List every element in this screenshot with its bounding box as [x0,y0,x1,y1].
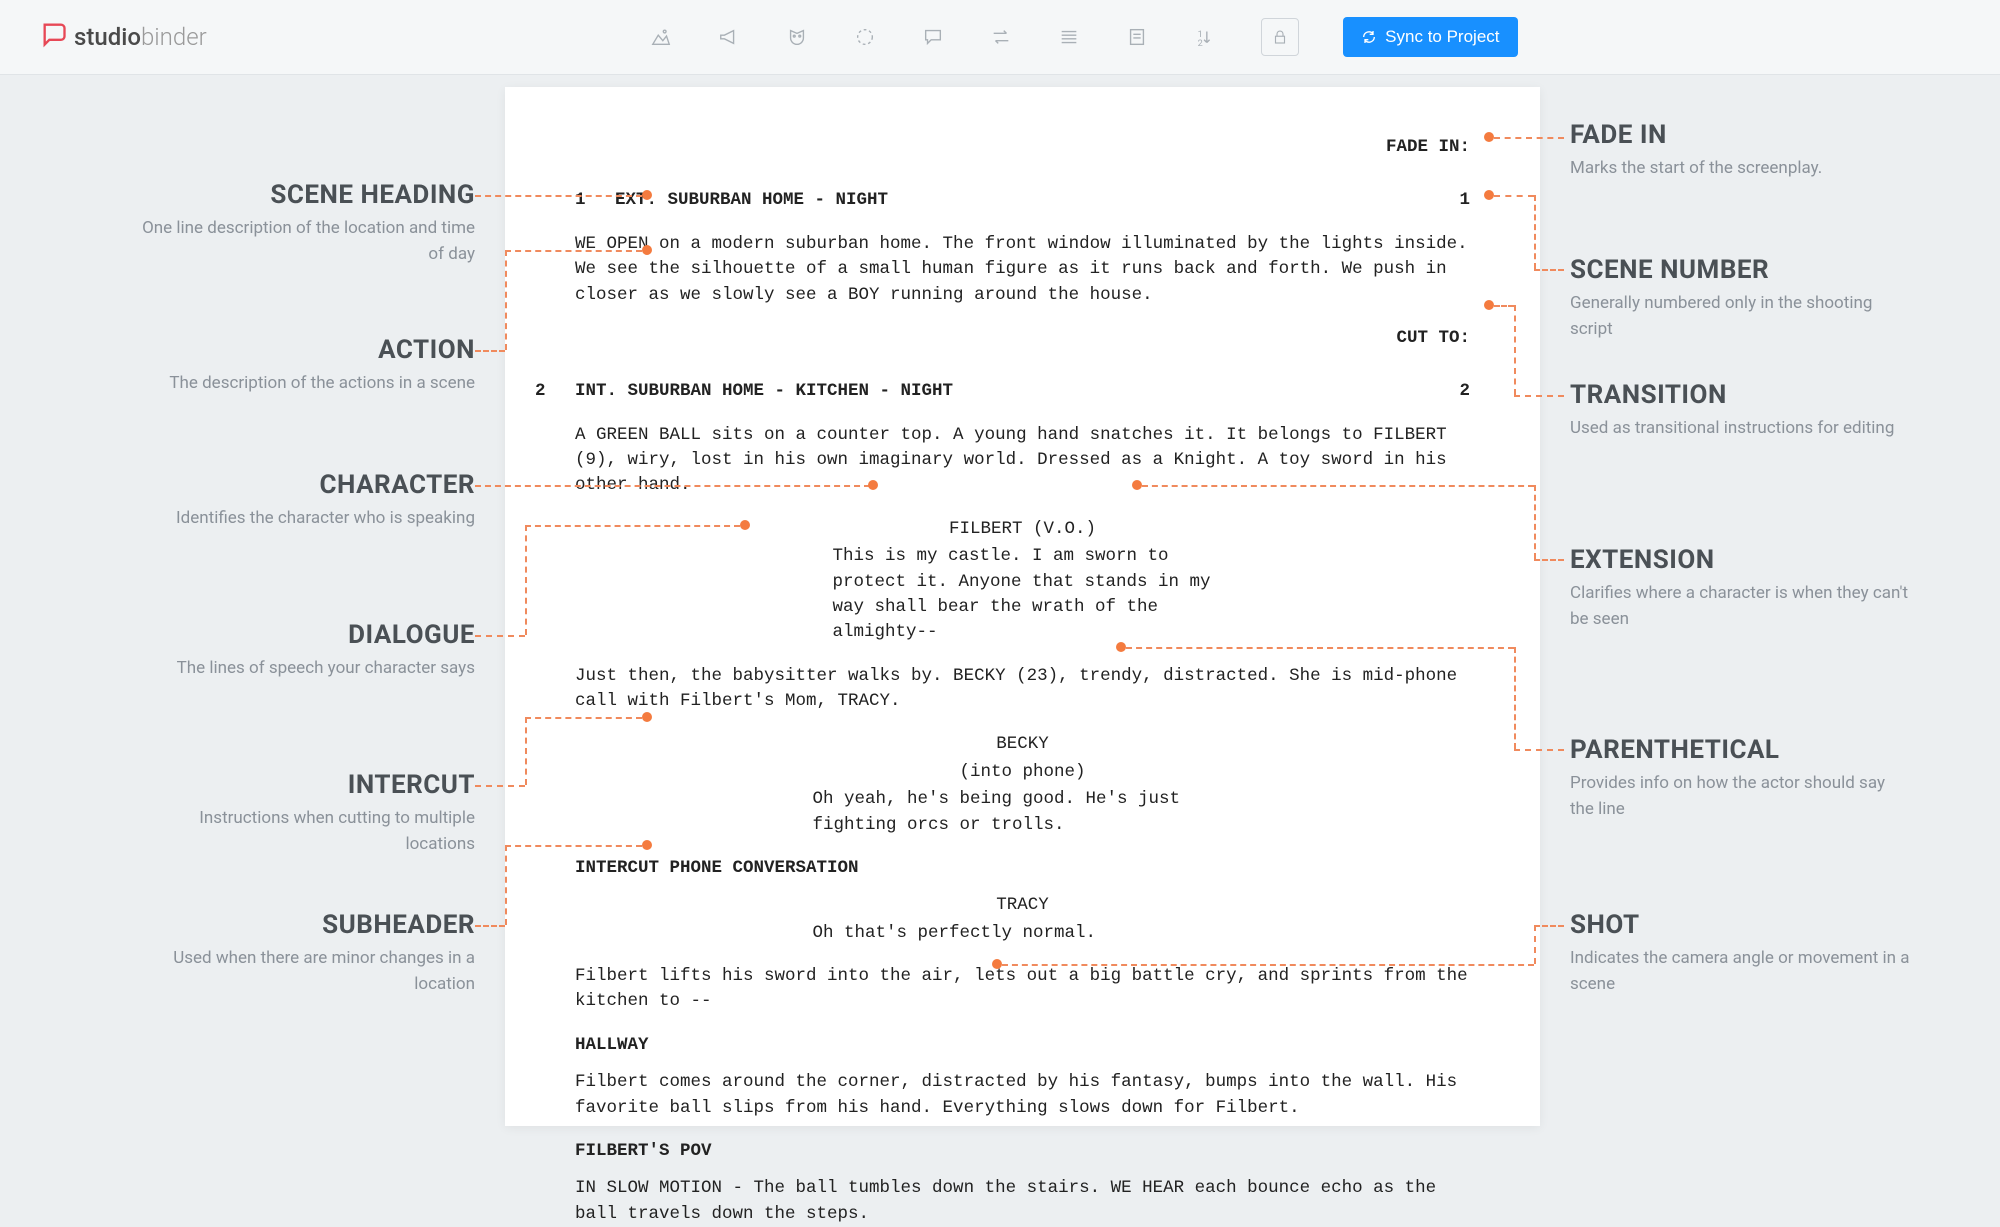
scene-heading: INT. SUBURBAN HOME - KITCHEN - NIGHT [575,379,1430,404]
callout-desc: Identifies the character who is speaking [135,506,475,532]
callout-parenthetical: PARENTHETICAL Provides info on how the a… [1540,735,1910,822]
logo-text-binder: binder [141,23,207,51]
action-block: Filbert lifts his sword into the air, le… [575,964,1470,1015]
callout-desc: The description of the actions in a scen… [135,371,475,397]
callout-subheader: SUBHEADER Used when there are minor chan… [135,910,505,997]
callout-transition: TRANSITION Used as transitional instruct… [1540,380,1910,442]
character-cue: TRACY [575,893,1470,918]
callout-title: SUBHEADER [135,910,475,940]
callout-title: ACTION [135,335,475,365]
callout-intercut: INTERCUT Instructions when cutting to mu… [135,770,505,857]
action-block: Filbert comes around the corner, distrac… [575,1070,1470,1121]
mask-icon[interactable] [785,25,809,49]
sync-button[interactable]: Sync to Project [1343,17,1517,57]
speech-icon[interactable] [921,25,945,49]
dialogue: This is my castle. I am sworn to protect… [833,544,1213,646]
callout-desc: Marks the start of the screenplay. [1570,156,1910,182]
transition: CUT TO: [575,326,1470,351]
action-block: A GREEN BALL sits on a counter top. A yo… [575,423,1470,499]
callout-scene-heading: SCENE HEADING One line description of th… [135,180,505,267]
scene-number-left: 2 [535,379,575,404]
script-page: FADE IN: 1 EXT. SUBURBAN HOME - NIGHT 1 … [505,87,1540,1126]
callout-scene-number: SCENE NUMBER Generally numbered only in … [1540,255,1910,342]
callout-action: ACTION The description of the actions in… [135,335,505,397]
callout-fade-in: FADE IN Marks the start of the screenpla… [1540,120,1910,182]
callout-title: PARENTHETICAL [1570,735,1910,765]
scene-icon[interactable] [649,25,673,49]
callout-shot: SHOT Indicates the camera angle or movem… [1540,910,1910,997]
callout-desc: Clarifies where a character is when they… [1570,581,1910,632]
callout-title: CHARACTER [135,470,475,500]
parenthetical: (into phone) [575,760,1470,785]
toolbar: studiobinder 12 Sync to Project [0,0,2000,75]
left-callouts: SCENE HEADING One line description of th… [0,75,505,1126]
callout-dialogue: DIALOGUE The lines of speech your charac… [135,620,505,682]
callout-title: TRANSITION [1570,380,1910,410]
main-area: SCENE HEADING One line description of th… [0,75,2000,1126]
callout-title: DIALOGUE [135,620,475,650]
fade-in: FADE IN: [575,135,1470,160]
svg-text:2: 2 [1198,39,1203,48]
toolbar-center: 12 Sync to Project [207,17,1960,57]
scene-number-left: 1 [575,188,615,213]
megaphone-icon[interactable] [717,25,741,49]
swap-icon[interactable] [989,25,1013,49]
callout-desc: The lines of speech your character says [135,656,475,682]
circle-icon[interactable] [853,25,877,49]
subheader: HALLWAY [575,1033,1470,1058]
callout-title: FADE IN [1570,120,1910,150]
scene-number-right: 2 [1430,379,1470,404]
logo[interactable]: studiobinder [40,20,207,55]
character-cue: FILBERT (V.O.) [575,517,1470,542]
note-icon[interactable] [1125,25,1149,49]
dialogue: Oh that's perfectly normal. [813,921,1233,946]
action-block: WE OPEN on a modern suburban home. The f… [575,232,1470,308]
character-cue: BECKY [575,732,1470,757]
callout-title: SHOT [1570,910,1910,940]
shot-heading: FILBERT'S POV [575,1139,1470,1164]
callout-title: INTERCUT [135,770,475,800]
action-block: Just then, the babysitter walks by. BECK… [575,664,1470,715]
callout-title: EXTENSION [1570,545,1910,575]
callout-desc: Used when there are minor changes in a l… [135,946,475,997]
callout-title: SCENE NUMBER [1570,255,1910,285]
callout-desc: Used as transitional instructions for ed… [1570,416,1910,442]
scene-number-right: 1 [1430,188,1470,213]
refresh-icon [1361,29,1377,45]
callout-desc: Generally numbered only in the shooting … [1570,291,1910,342]
intercut-heading: INTERCUT PHONE CONVERSATION [575,856,1470,881]
dialogue: Oh yeah, he's being good. He's just figh… [813,787,1233,838]
logo-icon [40,20,68,55]
callout-desc: One line description of the location and… [135,216,475,267]
scene-heading: EXT. SUBURBAN HOME - NIGHT [615,188,1430,213]
logo-text-studio: studio [74,23,141,51]
callout-desc: Instructions when cutting to multiple lo… [135,806,475,857]
action-block: IN SLOW MOTION - The ball tumbles down t… [575,1176,1470,1227]
right-callouts: FADE IN Marks the start of the screenpla… [1540,75,2000,1126]
callout-character: CHARACTER Identifies the character who i… [135,470,505,532]
callout-desc: Indicates the camera angle or movement i… [1570,946,1910,997]
lock-button[interactable] [1261,18,1299,56]
sync-label: Sync to Project [1385,27,1499,47]
lines-icon[interactable] [1057,25,1081,49]
callout-extension: EXTENSION Clarifies where a character is… [1540,545,1910,632]
callout-desc: Provides info on how the actor should sa… [1570,771,1910,822]
numbers-icon[interactable]: 12 [1193,25,1217,49]
callout-title: SCENE HEADING [135,180,475,210]
